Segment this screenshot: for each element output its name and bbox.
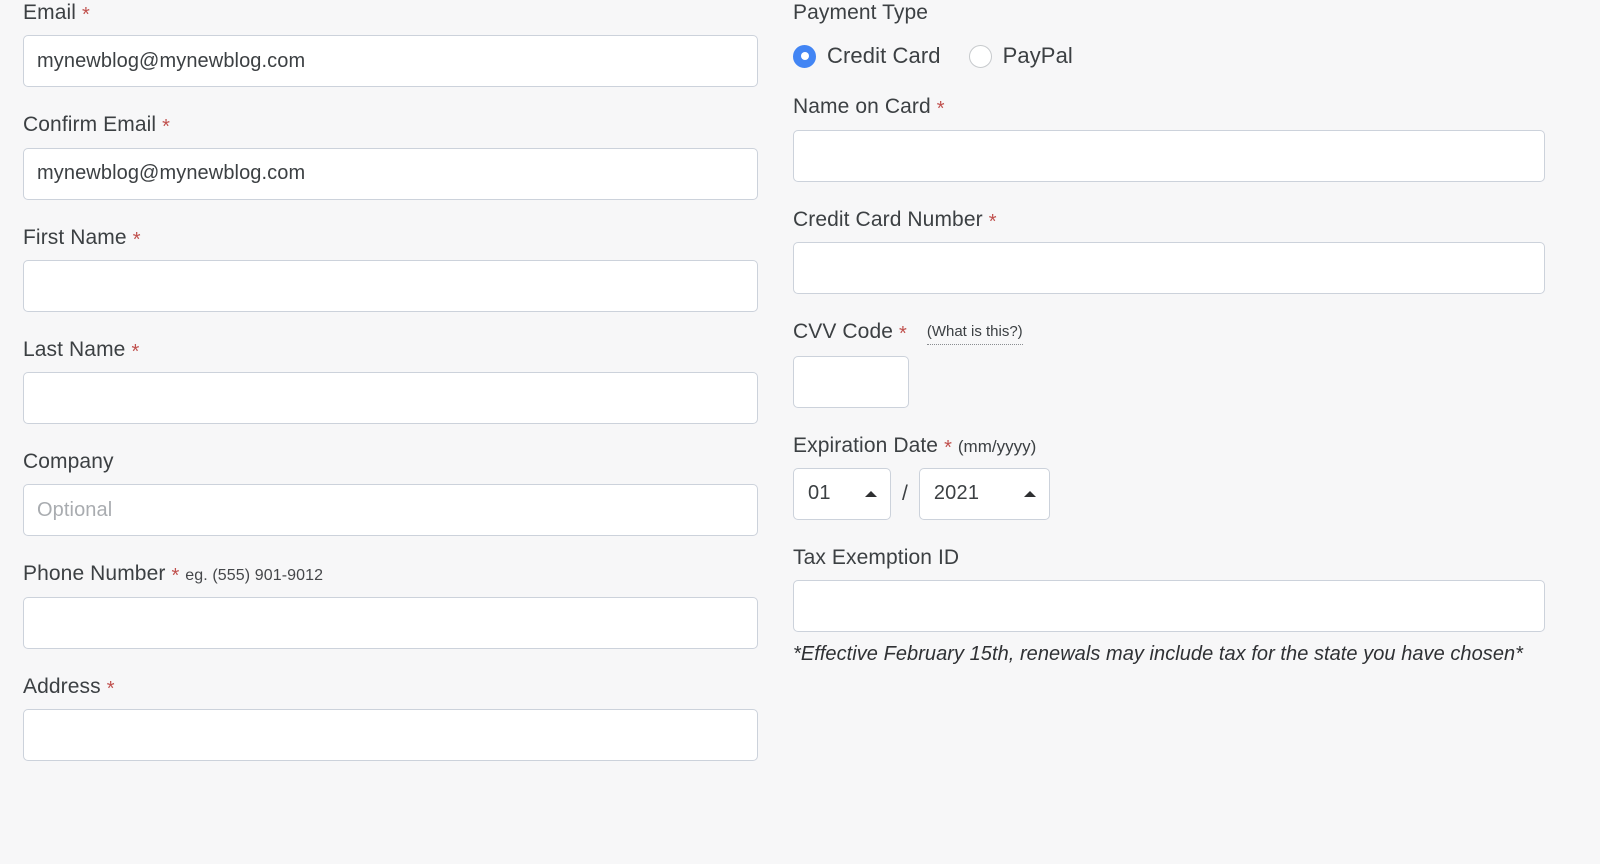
first-name-input[interactable] — [23, 259, 758, 312]
label-name-on-card: Name on Card — [793, 95, 931, 119]
required-asterisk-name-on-card: * — [936, 98, 945, 121]
label-row-payment-type: Payment Type — [793, 0, 1545, 26]
required-asterisk-expiration-date: * — [944, 436, 952, 459]
label-payment-type: Payment Type — [793, 1, 929, 24]
name-on-card-input[interactable] — [793, 129, 1545, 182]
tax-exemption-note: *Effective February 15th, renewals may i… — [793, 643, 1523, 665]
label-company: Company — [23, 450, 114, 473]
email-input[interactable] — [23, 35, 758, 88]
radio-label-credit-card: Credit Card — [827, 43, 941, 69]
required-asterisk-email: * — [82, 4, 90, 26]
required-asterisk-first-name: * — [132, 228, 141, 251]
field-last-name: Last Name * — [23, 337, 758, 424]
phone-number-input[interactable] — [23, 596, 758, 649]
radio-option-paypal[interactable]: PayPal — [968, 43, 1073, 69]
label-row-confirm-email: Confirm Email * — [23, 112, 758, 138]
label-row-company: Company — [23, 449, 758, 475]
expiration-separator: / — [902, 481, 908, 505]
expiration-month-select[interactable]: 01 — [793, 467, 891, 520]
payment-details-column: Payment Type Credit Card PayPal Name on … — [793, 0, 1545, 694]
required-asterisk-credit-card-number: * — [988, 210, 997, 233]
credit-card-number-input[interactable] — [793, 241, 1545, 294]
label-row-last-name: Last Name * — [23, 337, 758, 363]
payment-type-radio-group: Credit Card PayPal — [793, 43, 1545, 69]
label-row-address: Address * — [23, 674, 758, 700]
chevron-up-icon[interactable] — [1023, 490, 1036, 497]
label-cvv-code: CVV Code — [793, 319, 894, 343]
field-tax-exemption-id: Tax Exemption ID *Effective February 15t… — [793, 545, 1545, 669]
radio-selected-icon[interactable] — [793, 44, 816, 68]
field-expiration-date: Expiration Date * (mm/yyyy) 01 / 2021 — [793, 433, 1545, 520]
required-asterisk-confirm-email: * — [162, 116, 170, 139]
label-confirm-email: Confirm Email — [23, 113, 157, 137]
required-asterisk-last-name: * — [131, 340, 140, 363]
cvv-code-input[interactable] — [793, 355, 909, 408]
required-asterisk-address: * — [106, 677, 115, 700]
required-asterisk-phone-number: * — [171, 565, 180, 588]
label-last-name: Last Name — [23, 337, 126, 361]
last-name-input[interactable] — [23, 372, 758, 424]
field-confirm-email: Confirm Email * — [23, 112, 758, 200]
company-input[interactable] — [23, 484, 758, 537]
field-email: Email * — [23, 0, 758, 88]
label-expiration-date: Expiration Date — [793, 433, 939, 457]
hint-expiration-format: (mm/yyyy) — [957, 436, 1037, 456]
label-row-expiration-date: Expiration Date * (mm/yyyy) — [793, 433, 1545, 459]
label-row-email: Email * — [23, 0, 758, 26]
tax-exemption-id-input[interactable] — [793, 580, 1545, 632]
label-row-name-on-card: Name on Card * — [793, 94, 1545, 120]
expiration-year-value: 2021 — [933, 482, 980, 505]
expiration-year-select[interactable]: 2021 — [918, 467, 1050, 520]
radio-unselected-icon[interactable] — [968, 44, 992, 68]
label-row-phone-number: Phone Number * eg. (555) 901-9012 — [23, 561, 758, 587]
chevron-up-icon[interactable] — [865, 490, 877, 497]
label-row-tax-exemption-id: Tax Exemption ID — [793, 545, 1545, 571]
field-phone-number: Phone Number * eg. (555) 901-9012 — [23, 561, 758, 649]
field-cvv-code: CVV Code * (What is this?) — [793, 319, 1545, 408]
expiration-month-value: 01 — [808, 482, 831, 505]
label-email: Email — [23, 1, 77, 24]
checkout-form: Email * Confirm Email * First Name * Las… — [0, 0, 1600, 864]
field-credit-card-number: Credit Card Number * — [793, 207, 1545, 294]
label-row-credit-card-number: Credit Card Number * — [793, 207, 1545, 233]
field-name-on-card: Name on Card * — [793, 94, 1545, 182]
label-credit-card-number: Credit Card Number — [793, 207, 983, 231]
label-tax-exemption-id: Tax Exemption ID — [793, 545, 960, 569]
confirm-email-input[interactable] — [23, 147, 758, 200]
required-asterisk-cvv-code: * — [899, 322, 907, 345]
label-address: Address — [23, 674, 101, 698]
hint-phone-format: eg. (555) 901-9012 — [185, 567, 324, 585]
field-address: Address * — [23, 674, 758, 761]
cvv-help-link[interactable]: (What is this?) — [926, 323, 1023, 345]
radio-label-paypal: PayPal — [1002, 43, 1073, 69]
field-first-name: First Name * — [23, 225, 758, 312]
expiration-date-controls: 01 / 2021 — [793, 467, 1545, 520]
field-payment-type: Payment Type Credit Card PayPal — [793, 0, 1545, 69]
radio-option-credit-card[interactable]: Credit Card — [793, 43, 941, 69]
label-row-first-name: First Name * — [23, 225, 758, 251]
address-input[interactable] — [23, 708, 758, 761]
billing-details-column: Email * Confirm Email * First Name * Las… — [23, 0, 758, 786]
label-row-cvv-code: CVV Code * (What is this?) — [793, 319, 1545, 347]
label-phone-number: Phone Number — [23, 562, 166, 586]
field-company: Company — [23, 449, 758, 537]
label-first-name: First Name — [23, 225, 127, 249]
